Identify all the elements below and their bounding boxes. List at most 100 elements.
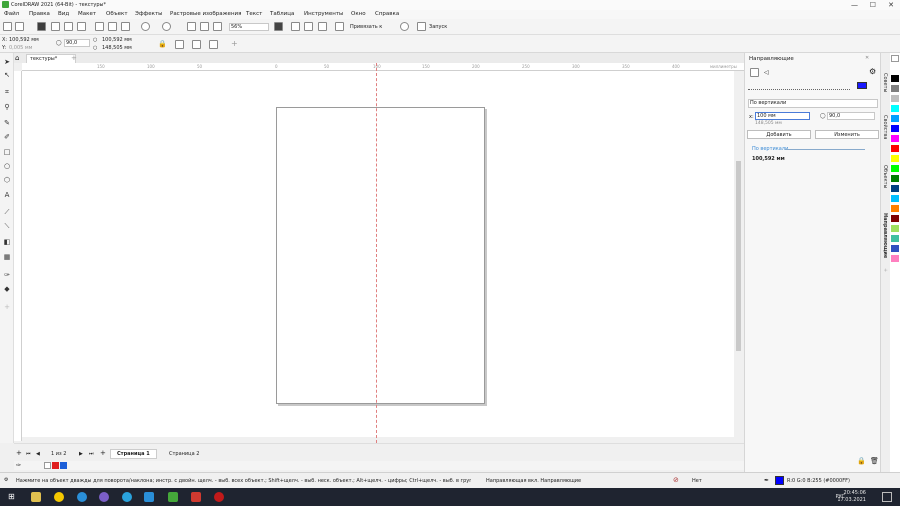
- fill-none-icon[interactable]: ⊘: [673, 476, 679, 484]
- tab-objects[interactable]: Объекты: [882, 165, 888, 189]
- tab-guidelines[interactable]: Направляющие: [882, 213, 888, 258]
- guide-lock-icon[interactable]: [750, 68, 759, 77]
- show-rulers-icon[interactable]: [291, 22, 300, 31]
- rectangle-tool-icon[interactable]: □: [3, 148, 11, 156]
- palette-swatch[interactable]: [891, 125, 899, 132]
- vertical-guideline[interactable]: [376, 63, 377, 443]
- page-tab-2[interactable]: Страница 2: [169, 451, 199, 457]
- menu-object[interactable]: Объект: [106, 11, 128, 17]
- lock-icon[interactable]: 🔒: [158, 40, 167, 48]
- eyedropper-tool-icon[interactable]: ✑: [3, 271, 11, 279]
- freehand-tool-icon[interactable]: ✎: [3, 119, 11, 127]
- skype-app-icon[interactable]: [144, 492, 154, 502]
- page-tab-1[interactable]: Страница 1: [110, 449, 157, 459]
- add-tool-icon[interactable]: +: [3, 303, 11, 311]
- cloud-icon[interactable]: [51, 22, 60, 31]
- pick-tool-icon[interactable]: ➤: [3, 58, 11, 66]
- copy-icon[interactable]: [108, 22, 117, 31]
- line-style-select[interactable]: [748, 83, 850, 90]
- palette-swatch[interactable]: [891, 155, 899, 162]
- palette-no-color[interactable]: [891, 55, 899, 62]
- menu-window[interactable]: Окно: [351, 11, 366, 17]
- cloud-upload-icon[interactable]: [64, 22, 73, 31]
- close-button[interactable]: ✕: [888, 1, 894, 9]
- menu-effects[interactable]: Эффекты: [135, 11, 163, 17]
- document-page[interactable]: [276, 107, 485, 404]
- eyedropper-icon[interactable]: ✑: [16, 462, 21, 469]
- notification-icon[interactable]: [882, 492, 892, 502]
- first-page-icon[interactable]: ⏮: [26, 451, 31, 457]
- y-position-field[interactable]: 0,005 мм: [9, 45, 32, 51]
- zoom-tool-icon[interactable]: ⚲: [3, 103, 11, 111]
- menu-edit[interactable]: Правка: [29, 11, 50, 17]
- orientation-select[interactable]: По вертикали: [748, 99, 878, 108]
- palette-swatch[interactable]: [891, 105, 899, 112]
- palette-swatch[interactable]: [891, 115, 899, 122]
- guide-point2-field[interactable]: 148,505 мм: [102, 45, 132, 51]
- change-guide-button[interactable]: Изменить: [815, 130, 879, 139]
- guide-color-swatch[interactable]: [857, 82, 867, 89]
- palette-swatch[interactable]: [891, 75, 899, 82]
- minimize-button[interactable]: —: [851, 1, 858, 9]
- last-page-icon[interactable]: ⏭: [89, 451, 94, 457]
- palette-swatch[interactable]: [891, 225, 899, 232]
- guide-select-icon[interactable]: ◁: [764, 69, 769, 76]
- guide-list-item[interactable]: 100,592 мм: [752, 156, 785, 162]
- interactive-fill-icon[interactable]: ◆: [3, 285, 11, 293]
- menu-tools[interactable]: Инструменты: [304, 11, 343, 17]
- snap-icon[interactable]: [335, 22, 344, 31]
- red-swatch[interactable]: [52, 462, 59, 469]
- text-align-icon[interactable]: [192, 40, 201, 49]
- delete-guide-icon[interactable]: 🗑: [870, 457, 879, 465]
- coreldraw-app-icon[interactable]: [168, 492, 178, 502]
- palette-swatch[interactable]: [891, 85, 899, 92]
- menu-text[interactable]: Текст: [246, 11, 262, 17]
- scrollbar-thumb[interactable]: [736, 161, 741, 351]
- palette-swatch[interactable]: [891, 235, 899, 242]
- yandex-browser-icon[interactable]: [54, 492, 64, 502]
- palette-swatch[interactable]: [891, 185, 899, 192]
- x-position-field[interactable]: 100,592 мм: [9, 37, 39, 43]
- import-icon[interactable]: [187, 22, 196, 31]
- docker-close-icon[interactable]: ✕: [865, 55, 869, 61]
- tab-add-icon[interactable]: +: [882, 268, 888, 272]
- export-icon[interactable]: [200, 22, 209, 31]
- viber-icon[interactable]: [99, 492, 109, 502]
- transparency-tool-icon[interactable]: ▦: [3, 253, 11, 261]
- cut-icon[interactable]: [95, 22, 104, 31]
- system-clock[interactable]: 20:45:06 17.03.2021: [837, 490, 866, 503]
- add-guide-button[interactable]: Добавить: [747, 130, 811, 139]
- paste-icon[interactable]: [121, 22, 130, 31]
- guide-x-input[interactable]: 100 мм: [755, 112, 810, 120]
- menu-file[interactable]: Файл: [4, 11, 19, 17]
- menu-view[interactable]: Вид: [58, 11, 69, 17]
- print-icon[interactable]: [77, 22, 86, 31]
- palette-swatch[interactable]: [891, 95, 899, 102]
- publish-pdf-icon[interactable]: [213, 22, 222, 31]
- skype-icon[interactable]: [77, 492, 87, 502]
- menu-help[interactable]: Справка: [375, 11, 399, 17]
- palette-swatch[interactable]: [891, 215, 899, 222]
- options-gear-icon[interactable]: [400, 22, 409, 31]
- docker-settings-gear-icon[interactable]: ⚙: [869, 67, 876, 76]
- guide-point1-field[interactable]: 100,592 мм: [102, 37, 132, 43]
- launch-dropdown[interactable]: Запуск: [429, 24, 447, 30]
- palette-swatch[interactable]: [891, 205, 899, 212]
- snap-to-dropdown[interactable]: Привязать к: [350, 24, 382, 30]
- vivaldi-icon[interactable]: [191, 492, 201, 502]
- prev-page-icon[interactable]: ◀: [36, 451, 40, 457]
- polygon-tool-icon[interactable]: ⬡: [3, 176, 11, 184]
- menu-bitmaps[interactable]: Растровые изображения: [170, 11, 241, 17]
- vertical-ruler[interactable]: [14, 71, 22, 441]
- palette-swatch[interactable]: [891, 165, 899, 172]
- no-color-swatch[interactable]: [44, 462, 51, 469]
- blue-swatch[interactable]: [60, 462, 67, 469]
- new-document-icon[interactable]: [3, 22, 12, 31]
- tab-hints[interactable]: Советы: [882, 73, 888, 92]
- palette-swatch[interactable]: [891, 195, 899, 202]
- menu-layout[interactable]: Макет: [78, 11, 96, 17]
- angle-input[interactable]: 90,0: [64, 39, 90, 47]
- palette-swatch[interactable]: [891, 135, 899, 142]
- launch-icon[interactable]: [417, 22, 426, 31]
- save-icon[interactable]: [37, 22, 46, 31]
